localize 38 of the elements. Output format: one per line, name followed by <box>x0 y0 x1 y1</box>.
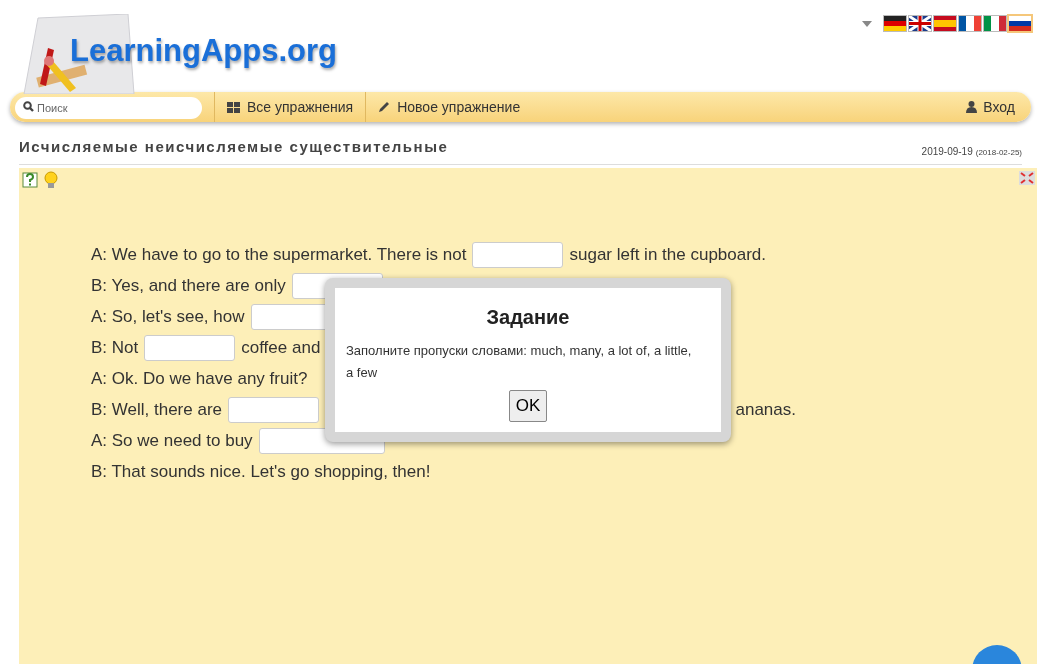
flag-icon[interactable] <box>984 16 1006 31</box>
user-icon <box>966 101 978 113</box>
search-field[interactable]: Поиск <box>15 97 202 119</box>
help-icon[interactable] <box>22 171 40 189</box>
date-text: 2019-09-19 <box>921 144 973 159</box>
lightbulb-icon[interactable] <box>43 171 59 189</box>
fullscreen-icon[interactable] <box>1019 171 1035 185</box>
sentence-text: B: Well, there are <box>91 399 223 422</box>
sentence-text: coffee and <box>241 337 321 360</box>
sentence-text: sugar left in the cupboard. <box>569 244 767 267</box>
dialog-text: Заполните пропуски словами: much, many, a lot of, a little, a few <box>346 342 693 382</box>
search-icon <box>23 101 34 112</box>
flag-icon[interactable] <box>884 16 906 31</box>
flag-icon[interactable] <box>909 16 931 31</box>
logo-text[interactable]: LearningApps.org <box>70 28 337 75</box>
dropdown-triangle-icon[interactable] <box>862 20 872 27</box>
sentence-text: ananas. <box>735 399 796 422</box>
grid-icon <box>227 101 240 113</box>
created-date-text: (2018-02-25) <box>975 146 1022 159</box>
nav-link[interactable]: Все упражнения <box>227 92 354 122</box>
flag-icon[interactable] <box>959 16 981 31</box>
sentence-text: B: That sounds nice. Let's go shopping, then! <box>91 461 431 484</box>
pencil-icon <box>378 101 391 113</box>
answer-field[interactable] <box>144 335 236 361</box>
sentence-text: B: Yes, and there are only <box>91 275 286 298</box>
page-title: Исчисляемые неисчисляемые существительные <box>19 137 449 157</box>
ok-button[interactable]: OK <box>508 390 548 422</box>
login-link[interactable]: Вход <box>966 96 1015 118</box>
sentence-text: B: Not <box>91 337 139 360</box>
sentence-text: A: We have to go to the supermarket. There is not <box>91 244 467 267</box>
sentence-text: A: Ok. Do we have any fruit? <box>91 368 308 391</box>
flag-icon[interactable] <box>1009 16 1031 31</box>
answer-field[interactable] <box>228 397 320 423</box>
dialog-title: Задание <box>486 305 570 330</box>
sentence-text: A: So, let's see, how <box>91 306 245 329</box>
nav-link[interactable]: Новое упражнение <box>378 92 521 122</box>
answer-field[interactable] <box>472 242 564 268</box>
sentence-text: A: So we need to buy <box>91 430 253 453</box>
